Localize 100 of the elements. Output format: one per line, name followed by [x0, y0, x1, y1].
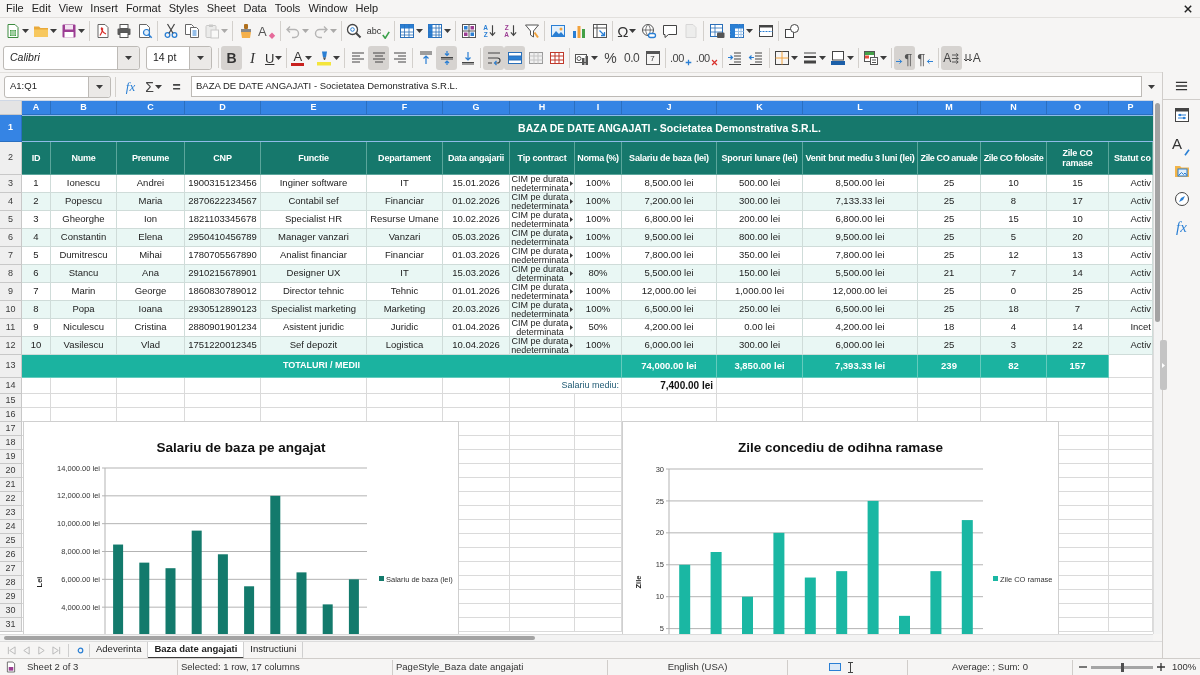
- column-header[interactable]: J: [622, 101, 717, 115]
- row-header[interactable]: 1: [0, 115, 22, 142]
- date-format-button[interactable]: 7: [642, 46, 664, 70]
- underline-button[interactable]: U: [263, 46, 285, 70]
- text-horizontal-button[interactable]: A: [940, 46, 962, 70]
- column-header[interactable]: I: [575, 101, 622, 115]
- row-header[interactable]: 18: [0, 436, 22, 450]
- right-to-left-button[interactable]: ¶: [914, 46, 936, 70]
- zoom-slider[interactable]: [1091, 665, 1153, 669]
- font-color-button[interactable]: A: [289, 46, 315, 70]
- merge-center-button[interactable]: [504, 46, 526, 70]
- sidebar-collapse-handle[interactable]: [1160, 340, 1167, 390]
- column-header[interactable]: B: [51, 101, 117, 115]
- column-header[interactable]: G: [443, 101, 510, 115]
- dropdown-button[interactable]: [88, 76, 110, 97]
- menu-item[interactable]: Sheet: [202, 0, 240, 17]
- row-header[interactable]: 8: [0, 265, 22, 283]
- column-header[interactable]: D: [185, 101, 261, 115]
- row-header[interactable]: 5: [0, 211, 22, 229]
- column-header[interactable]: K: [717, 101, 803, 115]
- row-header[interactable]: 11: [0, 319, 22, 337]
- name-box-field[interactable]: A1:Q1: [4, 75, 111, 98]
- functions-button[interactable]: fx: [1168, 214, 1195, 240]
- font-size-combobox[interactable]: 14 pt: [146, 46, 212, 70]
- delete-decimal-button[interactable]: .00: [693, 46, 720, 70]
- styles-button[interactable]: A: [1168, 130, 1195, 156]
- last-arrow-icon: [52, 645, 61, 655]
- column-header[interactable]: O: [1047, 101, 1109, 115]
- row-header[interactable]: 23: [0, 506, 22, 520]
- left-to-right-button[interactable]: ¶: [893, 46, 915, 70]
- clear-formatting-button[interactable]: A: [256, 19, 278, 43]
- scrollbar-thumb[interactable]: [1155, 103, 1160, 322]
- font-name-combobox[interactable]: Calibri: [3, 46, 140, 70]
- row-header[interactable]: 24: [0, 520, 22, 534]
- column-header[interactable]: F: [367, 101, 443, 115]
- menu-item[interactable]: Window: [304, 0, 352, 17]
- row-header[interactable]: 20: [0, 464, 22, 478]
- close-document-button[interactable]: [1183, 3, 1193, 14]
- menu-item[interactable]: Help: [351, 0, 383, 17]
- menu-item[interactable]: Edit: [27, 0, 55, 17]
- add-decimal-button[interactable]: .00: [668, 46, 694, 70]
- function-wizard-button[interactable]: fx: [120, 74, 141, 99]
- number-format-button[interactable]: 0.0: [621, 46, 643, 70]
- formula-input-field[interactable]: BAZA DE DATE ANGAJATI - Societatea Demonstrativa S.R.L.: [191, 76, 1142, 97]
- row-header[interactable]: 13: [0, 355, 22, 378]
- row-header[interactable]: 7: [0, 247, 22, 265]
- row-header[interactable]: 22: [0, 492, 22, 506]
- row-header[interactable]: 25: [0, 534, 22, 548]
- row-header[interactable]: 10: [0, 301, 22, 319]
- zoom-in-button[interactable]: [1157, 662, 1165, 672]
- row-header[interactable]: 17: [0, 422, 22, 436]
- row-header[interactable]: 30: [0, 604, 22, 618]
- align-middle-button[interactable]: [436, 46, 458, 70]
- menu-item[interactable]: View: [54, 0, 87, 17]
- column-header[interactable]: P: [1109, 101, 1153, 115]
- percent-format-button[interactable]: %: [600, 46, 622, 70]
- row-header[interactable]: 2: [0, 142, 22, 175]
- menu-item[interactable]: Tools: [270, 0, 305, 17]
- column-header[interactable]: N: [981, 101, 1047, 115]
- row-header[interactable]: 4: [0, 193, 22, 211]
- row-header[interactable]: 3: [0, 175, 22, 193]
- row-header[interactable]: 28: [0, 576, 22, 590]
- special-character-button[interactable]: Ω: [615, 19, 639, 43]
- column-header[interactable]: E: [261, 101, 367, 115]
- text-vertical-button[interactable]: A: [961, 46, 983, 70]
- menu-item[interactable]: Insert: [86, 0, 122, 17]
- menu-item[interactable]: File: [2, 0, 28, 17]
- sum-button[interactable]: Σ: [143, 74, 164, 99]
- column-header[interactable]: M: [918, 101, 981, 115]
- bold-button[interactable]: B: [221, 46, 242, 70]
- column-header[interactable]: C: [117, 101, 185, 115]
- menu-item[interactable]: Format: [121, 0, 165, 17]
- row-header[interactable]: 6: [0, 229, 22, 247]
- table-cell: Constantin: [51, 229, 117, 247]
- menu-item[interactable]: Styles: [164, 0, 203, 17]
- horizontal-scrollbar[interactable]: [0, 634, 1153, 641]
- column-header[interactable]: A: [22, 101, 51, 115]
- row-header[interactable]: 12: [0, 337, 22, 355]
- scrollbar-thumb[interactable]: [4, 636, 535, 640]
- zoom-slider-thumb[interactable]: [1121, 662, 1124, 672]
- formula-button[interactable]: =: [166, 74, 187, 99]
- italic-button[interactable]: I: [242, 46, 263, 70]
- row-header[interactable]: 29: [0, 590, 22, 604]
- row-header[interactable]: 16: [0, 408, 22, 422]
- table-cell: 2950410456789: [185, 229, 261, 247]
- row-header[interactable]: 14: [0, 378, 22, 394]
- row-header[interactable]: 15: [0, 394, 22, 408]
- row-header[interactable]: 21: [0, 478, 22, 492]
- row-header[interactable]: 9: [0, 283, 22, 301]
- spelling-button[interactable]: abc: [364, 19, 393, 43]
- row-header[interactable]: 26: [0, 548, 22, 562]
- dropdown-button[interactable]: [189, 47, 211, 69]
- row-header[interactable]: 31: [0, 618, 22, 632]
- column-header[interactable]: H: [510, 101, 575, 115]
- dropdown-button[interactable]: [117, 47, 139, 69]
- sheet-tab[interactable]: Baza date angajati: [148, 641, 245, 659]
- row-header[interactable]: 19: [0, 450, 22, 464]
- row-header[interactable]: 27: [0, 562, 22, 576]
- menu-item[interactable]: Data: [239, 0, 271, 17]
- column-header[interactable]: L: [803, 101, 918, 115]
